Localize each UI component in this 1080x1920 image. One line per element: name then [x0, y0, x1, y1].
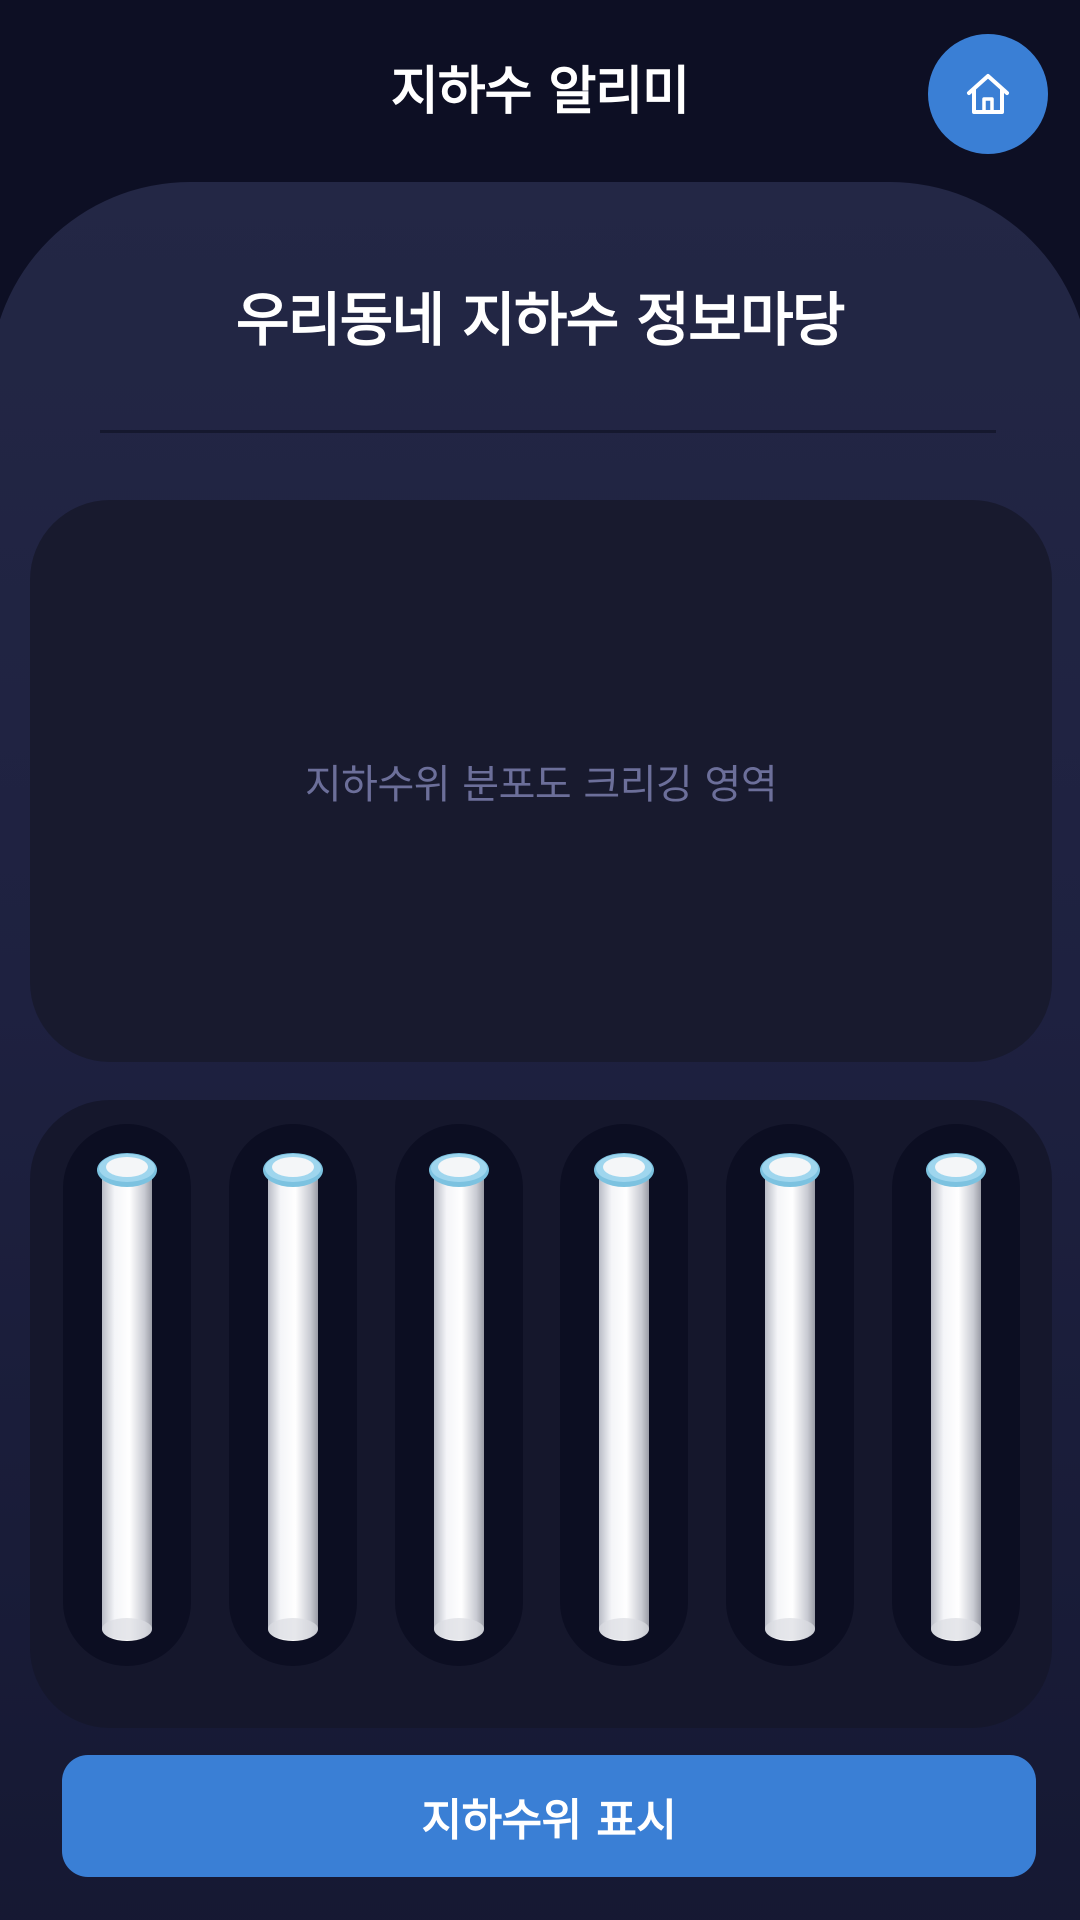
app-screen: 지하수 알리미 우리동네 지하수 정보마당 지하수위 분포도 크리깅 영역 지하…: [0, 0, 1080, 1920]
section-title: 우리동네 지하수 정보마당: [236, 286, 845, 354]
well-pipe-icon: [926, 1153, 986, 1641]
app-title: 지하수 알리미: [390, 62, 690, 122]
well-slot[interactable]: [229, 1124, 357, 1666]
well-pipe-icon: [594, 1153, 654, 1641]
home-icon: [963, 69, 1013, 119]
wells-panel: [30, 1100, 1052, 1728]
well-pipe-icon: [760, 1153, 820, 1641]
home-button[interactable]: [928, 34, 1048, 154]
well-slot[interactable]: [892, 1124, 1020, 1666]
well-slot[interactable]: [63, 1124, 191, 1666]
well-pipe-icon: [97, 1153, 157, 1641]
well-pipe-icon: [263, 1153, 323, 1641]
well-slot[interactable]: [560, 1124, 688, 1666]
well-slot[interactable]: [395, 1124, 523, 1666]
well-pipe-icon: [429, 1153, 489, 1641]
map-placeholder-text: 지하수위 분포도 크리깅 영역: [304, 762, 778, 808]
kriging-map-area[interactable]: 지하수위 분포도 크리깅 영역: [30, 500, 1052, 1062]
divider: [100, 430, 996, 433]
well-slot[interactable]: [726, 1124, 854, 1666]
show-groundwater-level-button[interactable]: 지하수위 표시: [62, 1755, 1036, 1877]
